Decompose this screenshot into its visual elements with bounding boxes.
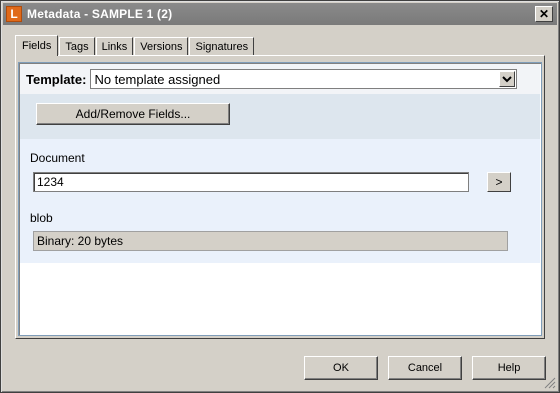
tab-signatures[interactable]: Signatures bbox=[189, 37, 255, 56]
document-field-label: Document bbox=[30, 151, 85, 165]
title-bar[interactable]: L Metadata - SAMPLE 1 (2) ✕ bbox=[3, 3, 557, 25]
metadata-dialog: L Metadata - SAMPLE 1 (2) ✕ Fields Tags … bbox=[0, 0, 560, 393]
cancel-button[interactable]: Cancel bbox=[388, 356, 462, 380]
document-browse-button[interactable]: > bbox=[487, 172, 511, 192]
template-dropdown[interactable]: No template assigned bbox=[90, 69, 518, 89]
help-button[interactable]: Help bbox=[472, 356, 546, 380]
tab-fields[interactable]: Fields bbox=[15, 35, 59, 56]
add-remove-fields-button[interactable]: Add/Remove Fields... bbox=[36, 103, 230, 125]
chevron-down-icon bbox=[502, 76, 513, 83]
app-logo-icon: L bbox=[6, 6, 22, 22]
tab-links[interactable]: Links bbox=[95, 37, 134, 56]
blob-readonly-field: Binary: 20 bytes bbox=[33, 231, 508, 251]
dropdown-arrow-button[interactable] bbox=[499, 71, 516, 87]
resize-grip-icon[interactable] bbox=[544, 377, 556, 389]
tab-versions[interactable]: Versions bbox=[134, 37, 189, 56]
metadata-fields: Document 1234 > blob Binary: 20 bytes bbox=[20, 139, 540, 263]
fields-content: Template: No template assigned Add/Remov… bbox=[18, 62, 542, 336]
window-title: Metadata - SAMPLE 1 (2) bbox=[27, 7, 173, 21]
fields-tab-panel: Template: No template assigned Add/Remov… bbox=[15, 55, 545, 339]
fields-toolbar: Add/Remove Fields... bbox=[20, 94, 540, 139]
tab-tags[interactable]: Tags bbox=[59, 37, 95, 56]
document-input[interactable]: 1234 bbox=[33, 172, 469, 192]
close-icon: ✕ bbox=[538, 7, 550, 21]
ok-button[interactable]: OK bbox=[304, 356, 378, 380]
template-label: Template: bbox=[26, 71, 87, 87]
tab-strip: Fields Tags Links Versions Signatures bbox=[15, 35, 255, 56]
blob-field-label: blob bbox=[30, 211, 53, 225]
template-selected-value: No template assigned bbox=[94, 71, 221, 87]
template-row: Template: No template assigned bbox=[20, 64, 540, 94]
close-button[interactable]: ✕ bbox=[535, 6, 553, 22]
